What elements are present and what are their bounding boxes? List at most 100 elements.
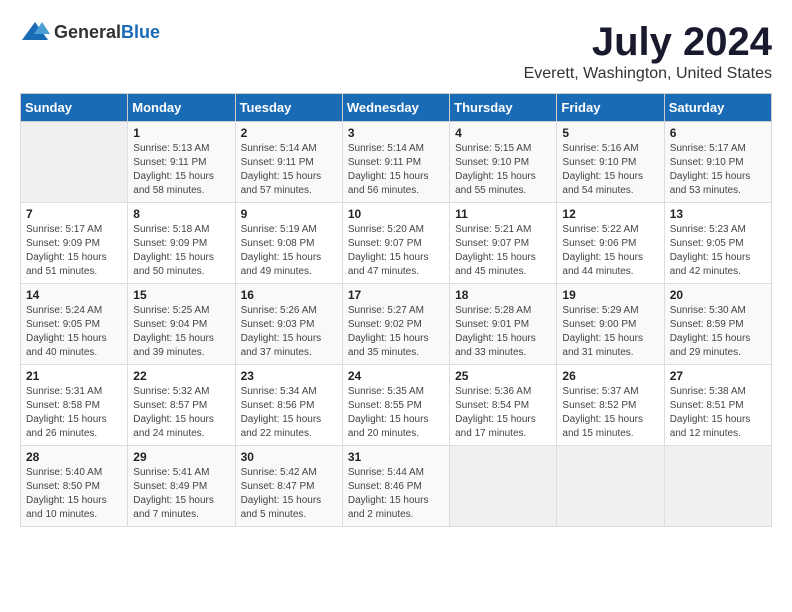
- calendar-cell: 31Sunrise: 5:44 AM Sunset: 8:46 PM Dayli…: [342, 446, 449, 527]
- cell-info: Sunrise: 5:18 AM Sunset: 9:09 PM Dayligh…: [133, 223, 229, 279]
- logo: General Blue: [20, 20, 160, 44]
- calendar-cell: 9 Sunrise: 5:19 AM Sunset: 9:08 PM Daylig…: [235, 203, 342, 284]
- calendar-cell: [557, 446, 664, 527]
- cell-info: Sunrise: 5:27 AM Sunset: 9:02 PM Dayligh…: [348, 304, 444, 360]
- calendar-cell: 3Sunrise: 5:14 AM Sunset: 9:11 PM Daylig…: [342, 122, 449, 203]
- cell-info: Sunrise: 5:34 AM Sunset: 8:56 PM Dayligh…: [241, 385, 337, 441]
- calendar-cell: 2 Sunrise: 5:14 AM Sunset: 9:11 PM Daylig…: [235, 122, 342, 203]
- logo-blue: Blue: [121, 22, 160, 43]
- day-number: 4: [455, 126, 551, 140]
- calendar-body: 1 Sunrise: 5:13 AM Sunset: 9:11 PM Daylig…: [21, 122, 772, 527]
- logo-icon: [20, 20, 50, 44]
- cell-info: Sunrise: 5:44 AM Sunset: 8:46 PM Dayligh…: [348, 466, 444, 522]
- cell-info: Sunrise: 5:17 AM Sunset: 9:10 PM Dayligh…: [670, 142, 766, 198]
- cell-info: Sunrise: 5:36 AM Sunset: 8:54 PM Dayligh…: [455, 385, 551, 441]
- day-number: 6: [670, 126, 766, 140]
- header-wednesday: Wednesday: [342, 94, 449, 122]
- day-number: 18: [455, 288, 551, 302]
- calendar-header-row: SundayMondayTuesdayWednesdayThursdayFrid…: [21, 94, 772, 122]
- header-monday: Monday: [128, 94, 235, 122]
- day-number: 5: [562, 126, 658, 140]
- cell-info: Sunrise: 5:38 AM Sunset: 8:51 PM Dayligh…: [670, 385, 766, 441]
- day-number: 15: [133, 288, 229, 302]
- day-number: 22: [133, 369, 229, 383]
- calendar-cell: 4 Sunrise: 5:15 AM Sunset: 9:10 PM Daylig…: [450, 122, 557, 203]
- cell-info: Sunrise: 5:19 AM Sunset: 9:08 PM Dayligh…: [241, 223, 337, 279]
- page-header: General Blue July 2024 Everett, Washingt…: [20, 20, 772, 83]
- calendar-cell: [21, 122, 128, 203]
- day-number: 26: [562, 369, 658, 383]
- day-number: 27: [670, 369, 766, 383]
- cell-info: Sunrise: 5:32 AM Sunset: 8:57 PM Dayligh…: [133, 385, 229, 441]
- cell-info: Sunrise: 5:35 AM Sunset: 8:55 PM Dayligh…: [348, 385, 444, 441]
- day-number: 25: [455, 369, 551, 383]
- calendar-cell: 22 Sunrise: 5:32 AM Sunset: 8:57 PM Dayli…: [128, 365, 235, 446]
- header-thursday: Thursday: [450, 94, 557, 122]
- title-area: July 2024 Everett, Washington, United St…: [524, 20, 772, 83]
- day-number: 10: [348, 207, 444, 221]
- day-number: 8: [133, 207, 229, 221]
- calendar-cell: 25 Sunrise: 5:36 AM Sunset: 8:54 PM Dayli…: [450, 365, 557, 446]
- day-number: 19: [562, 288, 658, 302]
- day-number: 2: [241, 126, 337, 140]
- logo-general: General: [54, 22, 121, 43]
- calendar-cell: 16 Sunrise: 5:26 AM Sunset: 9:03 PM Dayli…: [235, 284, 342, 365]
- calendar-cell: 19 Sunrise: 5:29 AM Sunset: 9:00 PM Dayli…: [557, 284, 664, 365]
- cell-info: Sunrise: 5:16 AM Sunset: 9:10 PM Dayligh…: [562, 142, 658, 198]
- day-number: 9: [241, 207, 337, 221]
- week-row-2: 14Sunrise: 5:24 AM Sunset: 9:05 PM Dayli…: [21, 284, 772, 365]
- calendar-cell: 10 Sunrise: 5:20 AM Sunset: 9:07 PM Dayli…: [342, 203, 449, 284]
- calendar-cell: 13 Sunrise: 5:23 AM Sunset: 9:05 PM Dayli…: [664, 203, 771, 284]
- cell-info: Sunrise: 5:37 AM Sunset: 8:52 PM Dayligh…: [562, 385, 658, 441]
- cell-info: Sunrise: 5:23 AM Sunset: 9:05 PM Dayligh…: [670, 223, 766, 279]
- week-row-0: 1 Sunrise: 5:13 AM Sunset: 9:11 PM Daylig…: [21, 122, 772, 203]
- month-title: July 2024: [524, 20, 772, 65]
- header-friday: Friday: [557, 94, 664, 122]
- cell-info: Sunrise: 5:13 AM Sunset: 9:11 PM Dayligh…: [133, 142, 229, 198]
- calendar-cell: 7Sunrise: 5:17 AM Sunset: 9:09 PM Daylig…: [21, 203, 128, 284]
- calendar-cell: 12Sunrise: 5:22 AM Sunset: 9:06 PM Dayli…: [557, 203, 664, 284]
- day-number: 23: [241, 369, 337, 383]
- calendar-cell: 17 Sunrise: 5:27 AM Sunset: 9:02 PM Dayli…: [342, 284, 449, 365]
- calendar-cell: 18Sunrise: 5:28 AM Sunset: 9:01 PM Dayli…: [450, 284, 557, 365]
- header-tuesday: Tuesday: [235, 94, 342, 122]
- calendar-cell: 28Sunrise: 5:40 AM Sunset: 8:50 PM Dayli…: [21, 446, 128, 527]
- calendar-cell: 30Sunrise: 5:42 AM Sunset: 8:47 PM Dayli…: [235, 446, 342, 527]
- calendar-cell: 24Sunrise: 5:35 AM Sunset: 8:55 PM Dayli…: [342, 365, 449, 446]
- day-number: 1: [133, 126, 229, 140]
- calendar-cell: 21 Sunrise: 5:31 AM Sunset: 8:58 PM Dayli…: [21, 365, 128, 446]
- day-number: 20: [670, 288, 766, 302]
- cell-info: Sunrise: 5:17 AM Sunset: 9:09 PM Dayligh…: [26, 223, 122, 279]
- cell-info: Sunrise: 5:29 AM Sunset: 9:00 PM Dayligh…: [562, 304, 658, 360]
- cell-info: Sunrise: 5:21 AM Sunset: 9:07 PM Dayligh…: [455, 223, 551, 279]
- cell-info: Sunrise: 5:20 AM Sunset: 9:07 PM Dayligh…: [348, 223, 444, 279]
- calendar-cell: 5 Sunrise: 5:16 AM Sunset: 9:10 PM Daylig…: [557, 122, 664, 203]
- calendar-cell: 8 Sunrise: 5:18 AM Sunset: 9:09 PM Daylig…: [128, 203, 235, 284]
- day-number: 3: [348, 126, 444, 140]
- week-row-4: 28Sunrise: 5:40 AM Sunset: 8:50 PM Dayli…: [21, 446, 772, 527]
- week-row-1: 7Sunrise: 5:17 AM Sunset: 9:09 PM Daylig…: [21, 203, 772, 284]
- location-title: Everett, Washington, United States: [524, 65, 772, 83]
- day-number: 21: [26, 369, 122, 383]
- day-number: 17: [348, 288, 444, 302]
- calendar-cell: [664, 446, 771, 527]
- cell-info: Sunrise: 5:41 AM Sunset: 8:49 PM Dayligh…: [133, 466, 229, 522]
- calendar-cell: 29Sunrise: 5:41 AM Sunset: 8:49 PM Dayli…: [128, 446, 235, 527]
- day-number: 28: [26, 450, 122, 464]
- calendar-cell: 15 Sunrise: 5:25 AM Sunset: 9:04 PM Dayli…: [128, 284, 235, 365]
- calendar-cell: [450, 446, 557, 527]
- calendar-cell: 1 Sunrise: 5:13 AM Sunset: 9:11 PM Daylig…: [128, 122, 235, 203]
- calendar-cell: 27 Sunrise: 5:38 AM Sunset: 8:51 PM Dayli…: [664, 365, 771, 446]
- calendar-cell: 23 Sunrise: 5:34 AM Sunset: 8:56 PM Dayli…: [235, 365, 342, 446]
- header-saturday: Saturday: [664, 94, 771, 122]
- day-number: 13: [670, 207, 766, 221]
- calendar-cell: 14Sunrise: 5:24 AM Sunset: 9:05 PM Dayli…: [21, 284, 128, 365]
- week-row-3: 21 Sunrise: 5:31 AM Sunset: 8:58 PM Dayli…: [21, 365, 772, 446]
- cell-info: Sunrise: 5:15 AM Sunset: 9:10 PM Dayligh…: [455, 142, 551, 198]
- cell-info: Sunrise: 5:14 AM Sunset: 9:11 PM Dayligh…: [241, 142, 337, 198]
- cell-info: Sunrise: 5:31 AM Sunset: 8:58 PM Dayligh…: [26, 385, 122, 441]
- cell-info: Sunrise: 5:26 AM Sunset: 9:03 PM Dayligh…: [241, 304, 337, 360]
- day-number: 16: [241, 288, 337, 302]
- cell-info: Sunrise: 5:25 AM Sunset: 9:04 PM Dayligh…: [133, 304, 229, 360]
- calendar-cell: 20Sunrise: 5:30 AM Sunset: 8:59 PM Dayli…: [664, 284, 771, 365]
